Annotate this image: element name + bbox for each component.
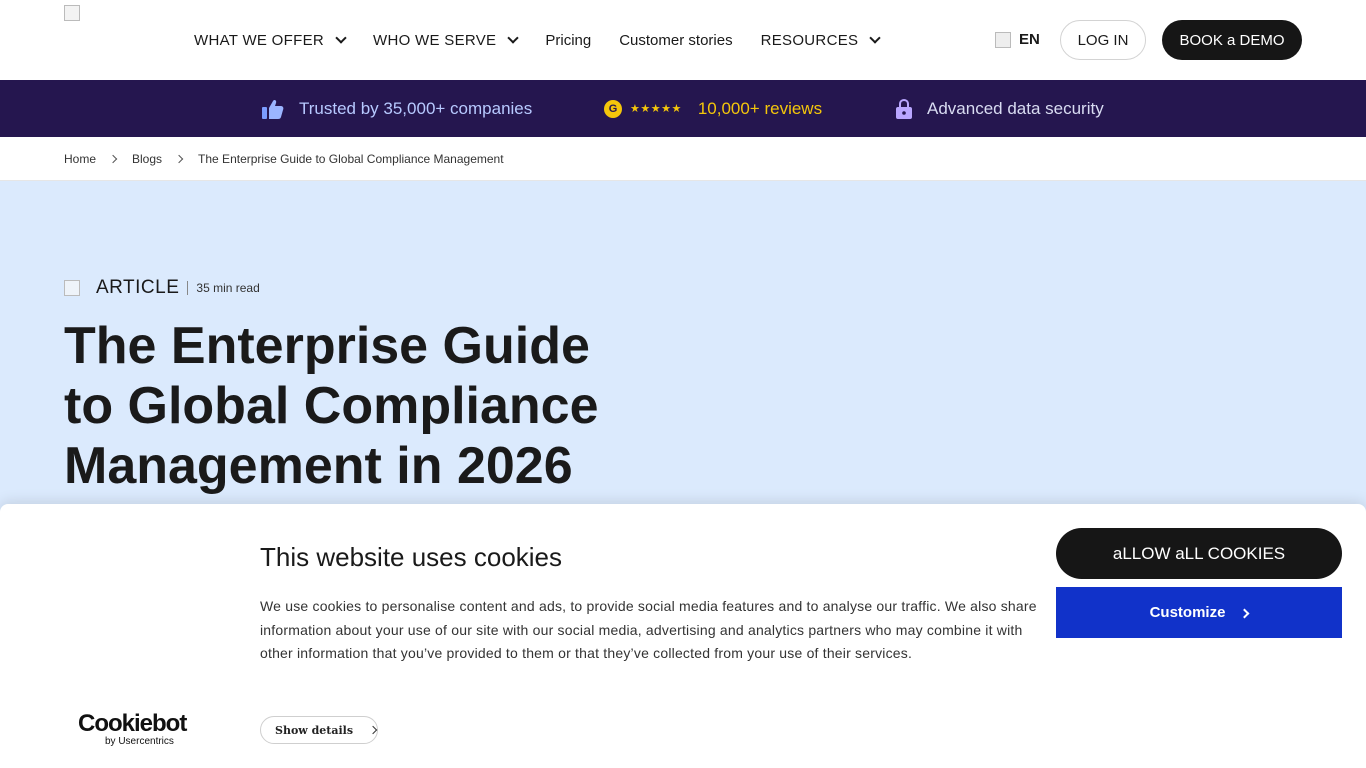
cookiebot-logo-main: Cookiebot <box>78 710 187 737</box>
allow-all-cookies-button[interactable]: aLLOW aLL COOKIES <box>1056 528 1342 579</box>
chevron-right-icon <box>108 154 118 163</box>
menu-pricing[interactable]: Pricing <box>545 32 591 49</box>
breadcrumb: Home Blogs The Enterprise Guide to Globa… <box>0 137 1366 181</box>
menu-who-we-serve-label: WHO WE SERVE <box>373 31 497 49</box>
breadcrumb-current: The Enterprise Guide to Global Complianc… <box>198 151 504 166</box>
chevron-down-icon <box>335 31 347 44</box>
menu-resources-label: RESOURCES <box>760 31 859 49</box>
book-demo-button[interactable]: BOOK a DEMO <box>1162 20 1302 60</box>
lock-icon <box>896 98 912 119</box>
article-type-icon <box>64 280 80 296</box>
trust-companies: Trusted by 35,000+ companies <box>262 80 532 137</box>
menu-pricing-label: Pricing <box>545 31 592 49</box>
trust-companies-text: Trusted by 35,000+ companies <box>299 98 533 118</box>
company-logo[interactable] <box>64 5 80 21</box>
trust-security-text: Advanced data security <box>927 98 1104 118</box>
trust-reviews-text: 10,000+ reviews <box>697 98 823 118</box>
chevron-right-icon <box>174 154 184 163</box>
trust-reviews[interactable]: G ★★★★★ 10,000+ reviews <box>604 80 822 137</box>
show-details-button[interactable]: Show details <box>260 716 378 744</box>
cookie-banner: Cookiebot by Usercentrics This website u… <box>0 504 1366 768</box>
article-type: ARTICLE <box>96 277 180 298</box>
menu-resources[interactable]: RESOURCES <box>760 31 881 49</box>
breadcrumb-home[interactable]: Home <box>64 152 96 166</box>
login-button[interactable]: LOG IN <box>1060 20 1146 60</box>
breadcrumb-blogs[interactable]: Blogs <box>132 152 162 166</box>
cookie-banner-title: This website uses cookies <box>260 542 563 572</box>
language-label: EN <box>1019 31 1040 48</box>
g2-icon: G <box>604 99 622 118</box>
chevron-right-icon <box>368 725 378 735</box>
menu-customer-stories-label: Customer stories <box>619 31 733 49</box>
meta-divider <box>187 281 189 295</box>
thumbs-up-icon <box>262 99 284 119</box>
article-meta: ARTICLE 35 min read <box>64 277 260 299</box>
menu-customer-stories[interactable]: Customer stories <box>619 32 732 49</box>
cookiebot-logo: Cookiebot by Usercentrics <box>78 710 187 748</box>
top-navigation: WHAT WE OFFER WHO WE SERVE Pricing Custo… <box>0 0 1366 80</box>
show-details-label: Show details <box>275 723 354 737</box>
menu-what-we-offer[interactable]: WHAT WE OFFER <box>194 31 347 49</box>
read-time: 35 min read <box>196 281 260 295</box>
article-hero: ARTICLE 35 min read The Enterprise Guide… <box>0 181 1366 511</box>
star-rating-icon: ★★★★★ <box>630 103 682 115</box>
chevron-right-icon <box>1239 608 1250 618</box>
cookie-banner-text: We use cookies to personalise content an… <box>260 598 1037 661</box>
language-selector[interactable]: EN <box>995 31 1040 48</box>
menu-who-we-serve[interactable]: WHO WE SERVE <box>373 31 520 49</box>
customize-button[interactable]: Customize <box>1056 587 1342 638</box>
customize-label: Customize <box>1149 604 1226 621</box>
menu-what-we-offer-label: WHAT WE OFFER <box>194 31 325 49</box>
main-menu: WHAT WE OFFER WHO WE SERVE Pricing Custo… <box>194 0 907 80</box>
chevron-down-icon <box>507 31 520 44</box>
flag-icon <box>995 31 1011 48</box>
cookiebot-logo-sub: by Usercentrics <box>105 736 174 747</box>
page-title: The Enterprise Guide to Global Complianc… <box>64 317 599 495</box>
trust-security: Advanced data security <box>896 80 1104 137</box>
trust-bar: Trusted by 35,000+ companies G ★★★★★ 10,… <box>0 80 1366 137</box>
chevron-down-icon <box>869 31 881 44</box>
